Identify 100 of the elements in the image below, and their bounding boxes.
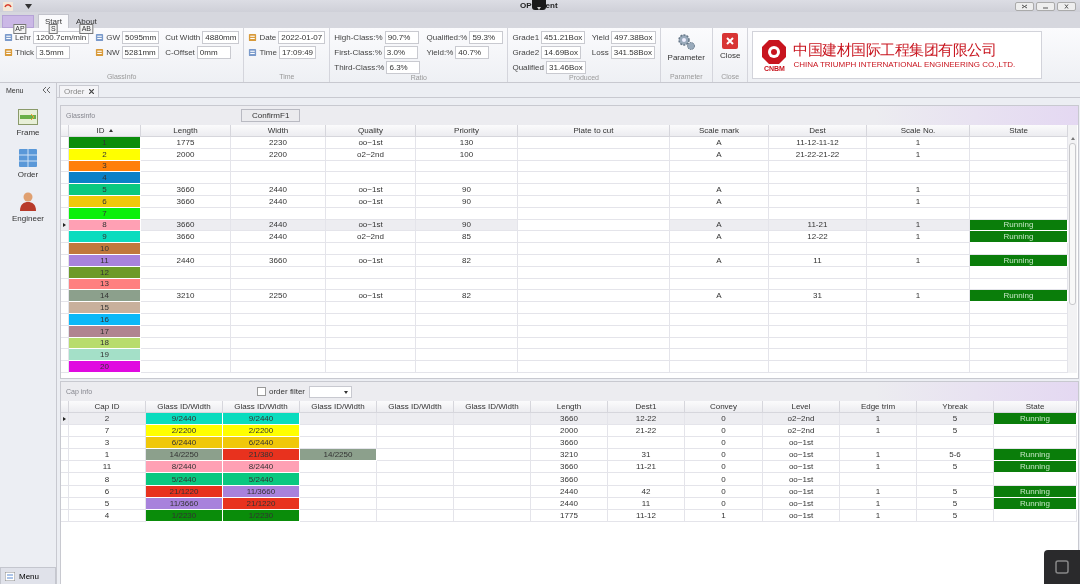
value-field[interactable]: 5095mm	[122, 31, 160, 44]
table-cell: 85	[416, 231, 518, 244]
column-header[interactable]: State	[970, 125, 1068, 137]
value-field[interactable]: 497.38Box	[611, 31, 656, 44]
value-field[interactable]: 341.58Box	[610, 46, 655, 59]
dropdown-icon[interactable]	[25, 3, 32, 9]
table-cell: 12-22	[769, 231, 867, 244]
value-field[interactable]: 0mm	[196, 46, 231, 59]
close-icon[interactable]	[1057, 1, 1076, 11]
table-cell: 31	[769, 290, 867, 303]
table-cell: 100	[416, 148, 518, 161]
column-header[interactable]: Level	[763, 401, 840, 413]
value-field[interactable]: 31.46Box	[546, 61, 586, 74]
column-header[interactable]: Glass ID/Width	[300, 401, 377, 413]
table-cell: 1775	[141, 137, 231, 149]
collapse-icon[interactable]	[43, 87, 50, 93]
sort-icon	[108, 129, 113, 132]
confirm-button[interactable]: ConfirmF1	[241, 109, 301, 122]
value-field[interactable]: 90.7%	[384, 31, 419, 44]
minimize-icon[interactable]	[1036, 1, 1055, 11]
table-cell: 2440	[231, 231, 326, 244]
column-header[interactable]: Glass ID/Width	[377, 401, 454, 413]
table-cell: 82	[416, 254, 518, 267]
value-field[interactable]: 6.3%	[386, 61, 421, 74]
column-header[interactable]: Ybreak	[917, 401, 994, 413]
filter-dropdown[interactable]	[309, 386, 352, 398]
column-header[interactable]: Scale No.	[867, 125, 970, 137]
sidebar-item[interactable]: Frame	[0, 108, 56, 138]
table-cell: A	[670, 137, 769, 149]
column-header[interactable]: ID	[69, 125, 141, 137]
field-label: Grade2	[512, 48, 540, 57]
value-field[interactable]: 1200.7cm/min	[33, 31, 90, 44]
column-header[interactable]: Priority	[416, 125, 518, 137]
column-header[interactable]: State	[994, 401, 1077, 413]
value-field[interactable]: 2022-01-07	[278, 31, 326, 44]
column-header[interactable]: Quality	[326, 125, 416, 137]
sidebar-item[interactable]: Engineer	[0, 190, 56, 224]
field-label: GW	[106, 33, 121, 42]
value-field[interactable]: 59.3%	[469, 31, 504, 44]
document-tab[interactable]: Order	[59, 85, 100, 97]
table-cell: 1	[867, 196, 970, 208]
table-cell: 3660	[231, 254, 326, 267]
column-header[interactable]: Width	[231, 125, 326, 137]
scrollbar-thumb[interactable]	[1069, 143, 1076, 305]
table-cell: A	[670, 254, 769, 267]
overlay-icon[interactable]	[1044, 550, 1080, 584]
column-header[interactable]: Glass ID/Width	[223, 401, 300, 413]
value-field[interactable]: 3.5mm	[36, 46, 71, 59]
column-header[interactable]: Glass ID/Width	[454, 401, 531, 413]
column-header[interactable]: Plate to cut	[518, 125, 670, 137]
close-icon[interactable]	[89, 89, 95, 94]
table-cell: 11-12-11-12	[769, 137, 867, 149]
value-field[interactable]: 17:09:49	[278, 46, 317, 59]
table-cell: 6/2440	[223, 437, 300, 450]
column-header[interactable]: Cap ID	[69, 401, 146, 413]
menu-button[interactable]: Menu	[0, 567, 56, 584]
table-cell: oo~1st	[326, 254, 416, 267]
field-label: First-Class:%	[334, 48, 382, 57]
field-label: Time	[259, 48, 277, 57]
table-cell: 11	[769, 254, 867, 267]
table-cell: oo~1st	[326, 137, 416, 149]
restore-icon[interactable]	[1015, 1, 1034, 11]
value-field[interactable]: 451.21Box	[541, 31, 586, 44]
value-field[interactable]: 14.69Box	[541, 46, 581, 59]
row-pointer-icon	[63, 416, 66, 421]
table-cell: 42	[608, 485, 685, 498]
table-cell: 82	[416, 290, 518, 303]
table-cell: 21-22-21-22	[769, 148, 867, 161]
column-header[interactable]: Length	[141, 125, 231, 137]
value-field[interactable]: 5281mm	[121, 46, 159, 59]
column-header[interactable]: Length	[531, 401, 608, 413]
table-cell: 90	[416, 184, 518, 196]
column-header[interactable]: Glass ID/Width	[146, 401, 223, 413]
value-field[interactable]: 4880mm	[202, 31, 240, 44]
table-cell: 1	[840, 509, 917, 522]
field-icon	[248, 48, 258, 57]
app-icon[interactable]	[3, 1, 13, 11]
table-cell: 2440	[531, 497, 608, 510]
table-cell: 0	[685, 449, 763, 462]
column-header[interactable]: Dest1	[608, 401, 685, 413]
value-field[interactable]: 3.0%	[383, 46, 418, 59]
field-icon	[4, 48, 13, 57]
table-cell: 31	[608, 449, 685, 462]
parameter-button[interactable]: Parameter	[664, 31, 708, 73]
column-header[interactable]: Scale mark	[670, 125, 769, 137]
sidebar-item[interactable]: Order	[0, 148, 56, 180]
order-filter-checkbox[interactable]: order filter	[251, 386, 311, 397]
table-cell: 0	[685, 437, 763, 450]
app-menu-button[interactable]	[2, 15, 34, 28]
column-header[interactable]: Convey	[685, 401, 763, 413]
table-cell: 0	[685, 473, 763, 486]
table-cell: 3210	[531, 449, 608, 462]
field-label: Lehr	[15, 33, 31, 42]
column-header[interactable]: Edge trim	[840, 401, 917, 413]
column-header[interactable]: Dest	[769, 125, 867, 137]
value-field[interactable]: 40.7%	[455, 46, 490, 59]
table-cell: 130	[416, 137, 518, 149]
close-button[interactable]: Close	[716, 31, 744, 73]
table-cell: A	[670, 196, 769, 208]
table-cell: 90	[416, 196, 518, 208]
